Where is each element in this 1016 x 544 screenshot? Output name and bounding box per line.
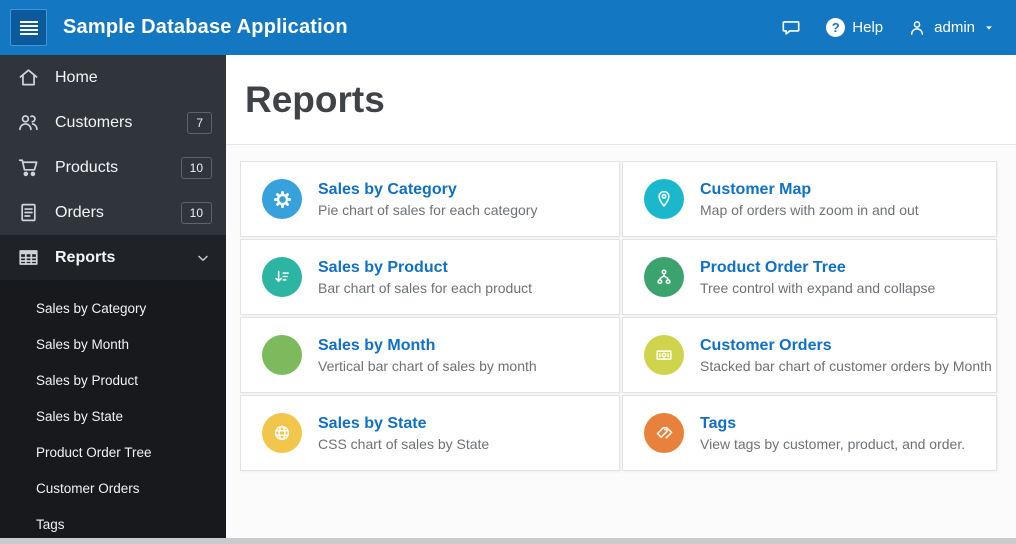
report-link[interactable]: Sales by Product — [318, 259, 532, 277]
sidebar-item-label: Reports — [55, 248, 116, 266]
report-link[interactable]: Sales by Month — [318, 337, 537, 355]
orders-count-badge: 10 — [180, 201, 212, 224]
report-card-tags[interactable]: Tags View tags by customer, product, and… — [622, 395, 997, 471]
report-card-sales-by-product[interactable]: Sales by Product Bar chart of sales for … — [240, 239, 620, 315]
report-grid: Sales by Category Pie chart of sales for… — [240, 161, 997, 471]
products-count-badge: 10 — [180, 156, 212, 179]
page-title-bar: Reports — [226, 55, 1016, 145]
chat-icon — [780, 17, 802, 39]
report-link[interactable]: Customer Map — [700, 181, 919, 199]
sidebar-nav: Home Customers 7 Products 10 Orders 10 R… — [0, 55, 226, 544]
circle-plain-icon — [262, 335, 302, 375]
menu-toggle-button[interactable] — [10, 9, 47, 46]
page-title: Reports — [245, 78, 385, 120]
report-card-customer-orders[interactable]: Customer Orders Stacked bar chart of cus… — [622, 317, 997, 393]
document-icon — [16, 201, 40, 225]
help-label: Help — [852, 19, 884, 36]
report-card-sales-by-state[interactable]: Sales by State CSS chart of sales by Sta… — [240, 395, 620, 471]
feedback-button[interactable] — [780, 17, 802, 39]
sidebar-subitem-sales-by-product[interactable]: Sales by Product — [0, 362, 226, 398]
sidebar-item-label: Customers — [55, 113, 133, 131]
report-description: Vertical bar chart of sales by month — [318, 357, 537, 374]
sidebar-item-products[interactable]: Products 10 — [0, 145, 226, 190]
report-card-product-order-tree[interactable]: Product Order Tree Tree control with exp… — [622, 239, 997, 315]
sidebar-item-home[interactable]: Home — [0, 55, 226, 100]
sidebar-subitem-customer-orders[interactable]: Customer Orders — [0, 470, 226, 506]
report-description: Stacked bar chart of customer orders by … — [700, 357, 992, 374]
map-pin-icon — [644, 179, 684, 219]
help-icon: ? — [826, 18, 846, 37]
horizontal-scrollbar[interactable] — [0, 538, 1016, 544]
report-link[interactable]: Product Order Tree — [700, 259, 935, 277]
user-label: admin — [934, 19, 975, 36]
table-icon — [16, 246, 40, 270]
report-description: Bar chart of sales for each product — [318, 279, 532, 296]
reports-submenu: Sales by Category Sales by Month Sales b… — [0, 280, 226, 544]
sidebar-item-label: Orders — [55, 203, 104, 221]
chevron-down-icon — [194, 249, 212, 267]
app-window: Sample Database Application ? Help admin… — [0, 0, 1016, 544]
banknote-icon — [644, 335, 684, 375]
gear-icon — [262, 179, 302, 219]
sidebar-subitem-sales-by-month[interactable]: Sales by Month — [0, 326, 226, 362]
app-title: Sample Database Application — [63, 16, 348, 38]
help-button[interactable]: ? Help — [826, 18, 883, 37]
report-card-sales-by-month[interactable]: Sales by Month Vertical bar chart of sal… — [240, 317, 620, 393]
tree-icon — [644, 257, 684, 297]
report-card-customer-map[interactable]: Customer Map Map of orders with zoom in … — [622, 161, 997, 237]
user-menu-button[interactable]: admin — [907, 18, 994, 38]
report-description: Tree control with expand and collapse — [700, 279, 936, 296]
sidebar-subitem-product-order-tree[interactable]: Product Order Tree — [0, 434, 226, 470]
report-description: View tags by customer, product, and orde… — [700, 435, 966, 452]
sidebar-subitem-sales-by-category[interactable]: Sales by Category — [0, 290, 226, 326]
report-link[interactable]: Sales by State — [318, 415, 489, 433]
header-bar: Sample Database Application ? Help admin — [0, 0, 1016, 55]
sidebar-subitem-sales-by-state[interactable]: Sales by State — [0, 398, 226, 434]
report-link[interactable]: Sales by Category — [318, 181, 537, 199]
report-link[interactable]: Tags — [700, 415, 965, 433]
home-icon — [16, 66, 40, 90]
sidebar-item-label: Products — [55, 158, 119, 176]
globe-icon — [262, 413, 302, 453]
report-description: CSS chart of sales by State — [318, 435, 490, 452]
cart-icon — [16, 156, 40, 180]
users-icon — [16, 111, 40, 135]
report-card-sales-by-category[interactable]: Sales by Category Pie chart of sales for… — [240, 161, 620, 237]
sidebar-item-orders[interactable]: Orders 10 — [0, 190, 226, 235]
sidebar-item-customers[interactable]: Customers 7 — [0, 100, 226, 145]
sidebar-item-reports[interactable]: Reports — [0, 235, 226, 280]
header-actions: ? Help admin — [780, 17, 1016, 39]
main-content: Reports Sales by Category Pie chart of s… — [226, 55, 1016, 544]
sidebar-item-label: Home — [55, 68, 98, 86]
customers-count-badge: 7 — [187, 111, 212, 134]
report-description: Map of orders with zoom in and out — [700, 201, 919, 218]
menu-icon — [19, 20, 38, 35]
sidebar-subitem-tags[interactable]: Tags — [0, 506, 226, 542]
report-link[interactable]: Customer Orders — [700, 337, 992, 355]
tags-icon — [644, 413, 684, 453]
sort-descending-icon — [262, 257, 302, 297]
caret-down-icon — [984, 23, 994, 33]
person-icon — [907, 18, 927, 38]
report-description: Pie chart of sales for each category — [318, 201, 538, 218]
